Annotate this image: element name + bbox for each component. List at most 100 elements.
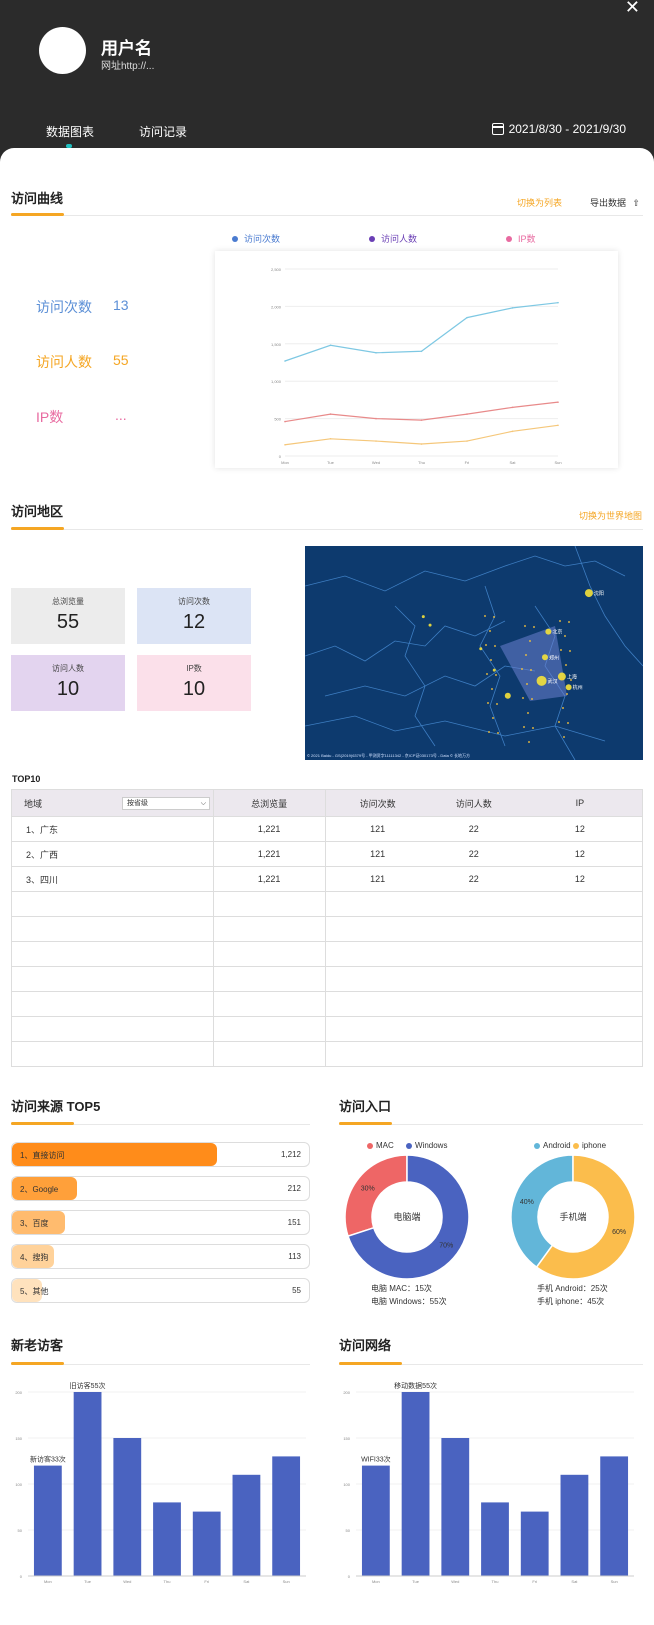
y-tick-label: 150 [343, 1436, 350, 1441]
source-value: 55 [292, 1286, 301, 1295]
table-cell: 121 [324, 841, 430, 867]
map-dot-small [495, 674, 497, 676]
table-row-empty [11, 916, 643, 942]
bar [113, 1438, 142, 1576]
y-tick-label: 100 [15, 1482, 22, 1487]
data-point [466, 413, 468, 415]
source-row[interactable]: 3、百度 151 [11, 1210, 310, 1235]
legend-ip[interactable]: IP数 [506, 232, 536, 245]
date-range-text: 2021/8/30 - 2021/9/30 [508, 122, 626, 136]
source-value: 151 [287, 1218, 301, 1227]
calendar-icon [491, 123, 504, 135]
y-tick-label: 0 [279, 454, 282, 459]
source-label: 4、搜狗 [20, 1253, 49, 1262]
map-dot-small [533, 626, 535, 628]
x-tick-label: Fri [465, 460, 470, 465]
x-tick-label: Sat [509, 460, 516, 465]
legend-android[interactable]: Android [534, 1141, 571, 1150]
bar [232, 1474, 261, 1576]
table-cell: 1,221 [212, 866, 326, 892]
china-map[interactable]: 沈阳 北京 郑州 上海 武汉 杭州 © 2021 Baidu - GS(2019)6379… [305, 546, 643, 760]
y-tick-label: 150 [15, 1436, 22, 1441]
close-icon[interactable]: ✕ [625, 0, 640, 16]
table-cell [324, 991, 643, 1017]
network-bar-chart: 0 50 100 150 200 Mon Tue Wed Thu Fri Sat Sun WIFI33次… [343, 1381, 634, 1584]
data-point [420, 419, 423, 421]
x-tick-label: Sun [554, 460, 561, 465]
y-tick-label: 50 [18, 1528, 23, 1533]
map-city-label: 郑州 [549, 654, 559, 661]
source-row[interactable]: 4、搜狗 113 [11, 1244, 310, 1269]
map-city-label: 武汉 [548, 678, 558, 685]
table-cell [11, 966, 214, 992]
title-underline [339, 1122, 392, 1125]
table-row[interactable]: 2、广西 1,221 121 22 12 [11, 841, 643, 867]
map-dot-small [566, 693, 568, 695]
map-city-label: 杭州 [573, 684, 583, 691]
bar [153, 1502, 181, 1576]
table-cell [324, 916, 643, 942]
avatar [39, 27, 86, 74]
table-cell [324, 966, 643, 992]
table-row[interactable]: 1、广东 1,221 121 22 12 [11, 816, 643, 842]
legend-visitors[interactable]: 访问人数 [369, 232, 417, 245]
stat-ip-label: IP数 [36, 409, 64, 425]
x-tick-label: Wed [123, 1579, 131, 1584]
table-cell: 12 [517, 816, 643, 842]
card-total-views: 总浏览量 55 [11, 588, 125, 644]
table-cell [212, 1041, 326, 1067]
title-underline [11, 527, 64, 530]
data-point [284, 443, 286, 446]
bar [401, 1392, 430, 1576]
x-tick-label: Sun [283, 1579, 290, 1584]
x-tick-label: Mon [372, 1579, 380, 1584]
switch-to-list-link[interactable]: 切换为列表 [517, 196, 562, 209]
map-city-label: 北京 [552, 629, 562, 636]
network-title: 访问网络 [339, 1338, 392, 1353]
data-point [329, 344, 332, 347]
top10-title: TOP10 [12, 774, 41, 784]
user-url: 网址http://... [101, 61, 155, 72]
table-row-empty [11, 991, 643, 1017]
source-label: 5、其他 [20, 1287, 49, 1296]
map-dot-small [524, 625, 526, 627]
entry-title: 访问入口 [339, 1099, 392, 1114]
map-dot-small [494, 645, 496, 647]
legend-iphone[interactable]: iphone [573, 1141, 606, 1150]
source-label: 3、百度 [20, 1219, 49, 1228]
tab-records[interactable]: 访问记录 [139, 123, 187, 140]
table-row[interactable]: 3、四川 1,221 121 22 12 [11, 866, 643, 892]
y-tick-label: 200 [343, 1390, 350, 1395]
source-row[interactable]: 2、Google 212 [11, 1176, 310, 1201]
table-row-empty [11, 1041, 643, 1067]
data-point [420, 350, 423, 353]
table-cell [11, 1041, 214, 1067]
date-range-picker[interactable]: 2021/8/30 - 2021/9/30 [491, 122, 626, 136]
map-dot-small [560, 649, 562, 651]
new-old-visitors-title: 新老访客 [11, 1338, 64, 1353]
source-row[interactable]: 1、直接访问 1,212 [11, 1142, 310, 1167]
legend-mac[interactable]: MAC [367, 1141, 394, 1150]
data-point [329, 413, 332, 415]
table-cell [11, 1016, 214, 1042]
map-dot [565, 684, 572, 691]
legend-visits[interactable]: 访问次数 [232, 232, 280, 245]
map-dot-small [484, 615, 486, 617]
y-tick-label: 100 [343, 1482, 350, 1487]
card-ip: IP数 10 [137, 655, 251, 711]
data-point [466, 316, 468, 319]
bar-annotation: 新访客33次 [30, 1455, 66, 1464]
source-row[interactable]: 5、其他 55 [11, 1278, 310, 1303]
x-tick-label: Thu [492, 1579, 499, 1584]
x-tick-label: Fri [204, 1579, 209, 1584]
tab-charts[interactable]: 数据图表 [46, 123, 94, 140]
top10-table: 地域 按省级 ⌵ 总浏览量 访问次数 访问人数 IP 1、广东 1,221 121 2… [11, 789, 643, 1067]
table-cell [212, 941, 326, 967]
title-underline [339, 1362, 402, 1365]
bar [481, 1502, 509, 1576]
province-level-select[interactable]: 按省级 ⌵ [122, 797, 210, 810]
switch-to-world-map-link[interactable]: 切换为世界地图 [579, 509, 642, 522]
table-cell [11, 991, 214, 1017]
export-data-button[interactable]: 导出数据 ⇧ [590, 196, 640, 209]
legend-windows[interactable]: Windows [406, 1141, 447, 1150]
